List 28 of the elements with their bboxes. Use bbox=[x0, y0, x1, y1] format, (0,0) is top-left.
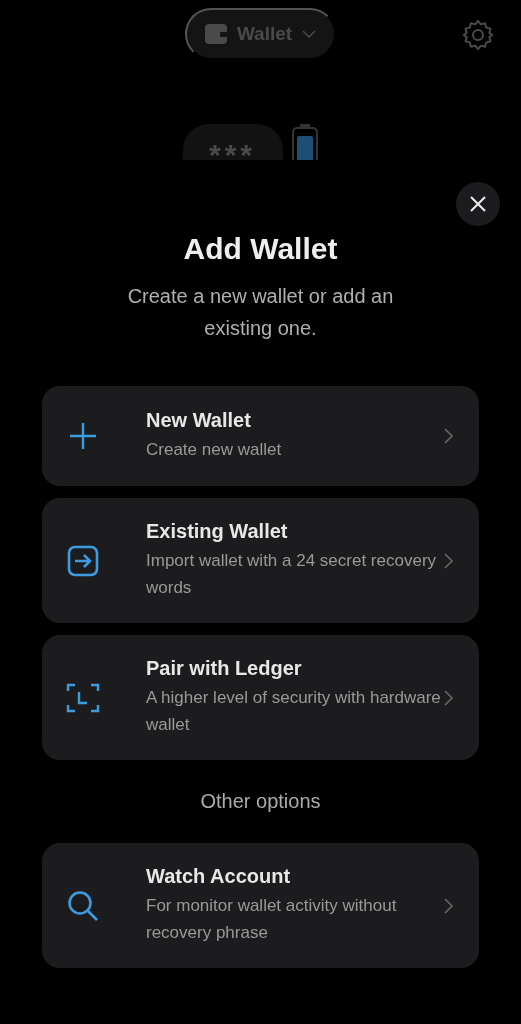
option-description: A higher level of security with hardware wallet bbox=[146, 687, 442, 736]
search-icon bbox=[67, 889, 99, 922]
close-button[interactable] bbox=[456, 182, 500, 226]
battery-icon bbox=[290, 124, 319, 160]
option-title: Existing Wallet bbox=[146, 520, 289, 543]
option-description: Create new wallet bbox=[146, 439, 283, 461]
option-card[interactable]: New Wallet Create new wallet bbox=[42, 386, 479, 486]
chevron-icon bbox=[444, 897, 453, 914]
option-card[interactable]: Pair with Ledger A higher level of security with hardware wallet bbox=[42, 635, 479, 760]
option-card[interactable]: Existing Wallet Import wallet with a 24 secret recovery words bbox=[42, 498, 479, 623]
sheet-title: Add Wallet bbox=[183, 232, 338, 266]
option-description: Import wallet with a 24 secret recovery words bbox=[146, 550, 438, 599]
option-title: New Wallet bbox=[146, 409, 252, 432]
chevron-icon bbox=[444, 689, 453, 706]
wallet-icon bbox=[204, 24, 227, 44]
sheet-subtitle: Create a new wallet or add an existing one. bbox=[126, 284, 395, 341]
close-icon bbox=[470, 196, 486, 212]
caret-icon bbox=[302, 30, 317, 38]
import-icon bbox=[67, 544, 99, 577]
option-title: Watch Account bbox=[146, 865, 292, 888]
scan-icon bbox=[66, 682, 100, 713]
option-description: For monitor wallet activity without recovery phrase bbox=[146, 895, 398, 944]
section-label: Other options bbox=[200, 790, 321, 813]
chevron-icon bbox=[444, 428, 453, 444]
option-title: Pair with Ledger bbox=[146, 657, 303, 680]
chevron-icon bbox=[444, 552, 453, 569]
option-card[interactable]: Watch Account For monitor wallet activity without recovery phrase bbox=[42, 843, 479, 968]
plus-icon bbox=[68, 421, 98, 451]
